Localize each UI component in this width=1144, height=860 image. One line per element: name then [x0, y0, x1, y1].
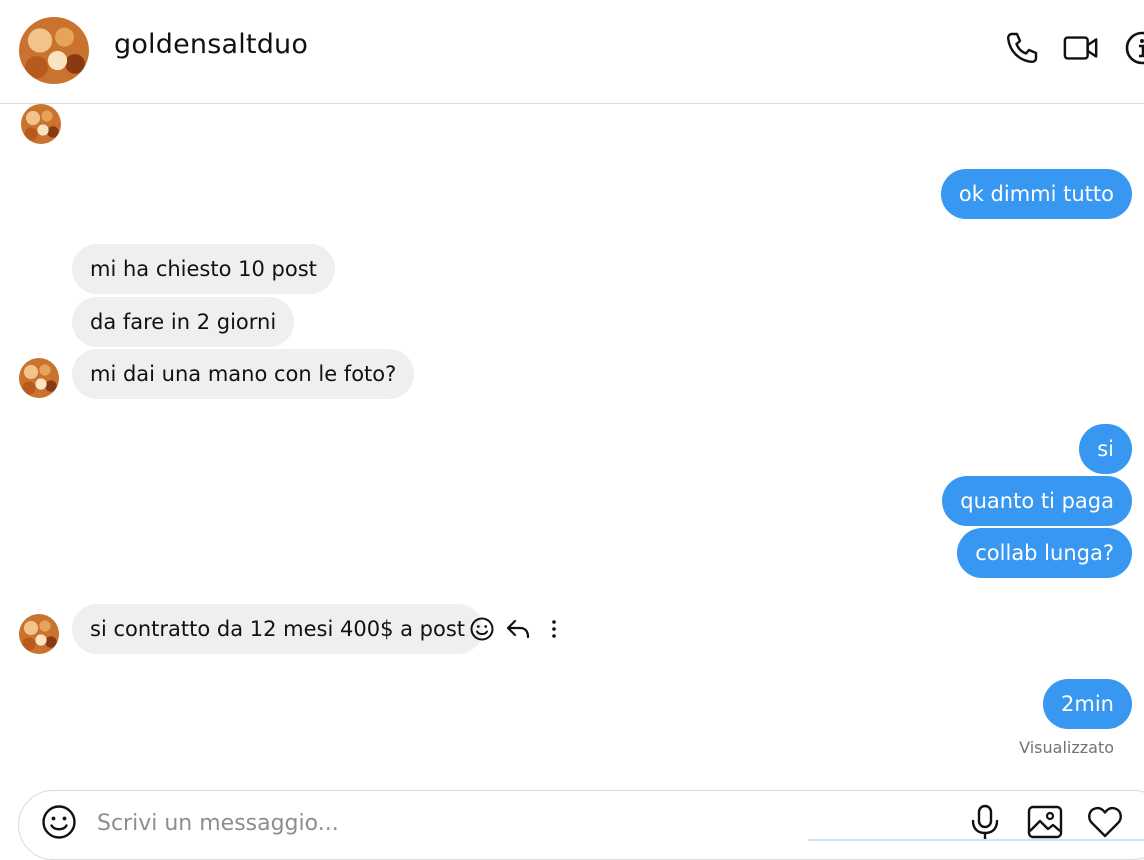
heart-icon[interactable] [1086, 803, 1124, 841]
microphone-icon[interactable] [966, 803, 1004, 841]
chat-header: goldensaltduo [0, 0, 1144, 104]
image-icon[interactable] [1026, 803, 1064, 841]
message-incoming[interactable]: si contratto da 12 mesi 400$ a post [72, 604, 483, 654]
message-outgoing[interactable]: si [1079, 424, 1132, 474]
message-incoming[interactable]: mi ha chiesto 10 post [72, 244, 335, 294]
header-avatar[interactable] [19, 17, 89, 84]
video-call-icon[interactable] [1063, 30, 1099, 66]
sender-avatar [19, 358, 59, 398]
message-outgoing[interactable]: 2min [1043, 679, 1132, 729]
message-outgoing[interactable]: ok dimmi tutto [940, 169, 1132, 219]
seen-status: Visualizzato [1019, 738, 1114, 757]
chat-username[interactable]: goldensaltduo [114, 29, 308, 60]
scroll-indicator [808, 839, 1144, 841]
message-incoming[interactable]: mi dai una mano con le foto? [72, 349, 415, 399]
sender-avatar [21, 104, 61, 144]
emoji-react-icon[interactable] [469, 616, 495, 642]
message-input[interactable] [95, 800, 899, 846]
message-outgoing[interactable]: collab lunga? [957, 528, 1132, 578]
info-icon[interactable] [1124, 30, 1144, 66]
message-outgoing[interactable]: quanto ti paga [942, 476, 1132, 526]
phone-icon[interactable] [1004, 30, 1040, 66]
message-incoming[interactable]: da fare in 2 giorni [72, 297, 295, 347]
more-options-icon[interactable] [541, 616, 567, 642]
sender-avatar [19, 614, 59, 654]
reply-icon[interactable] [505, 616, 531, 642]
